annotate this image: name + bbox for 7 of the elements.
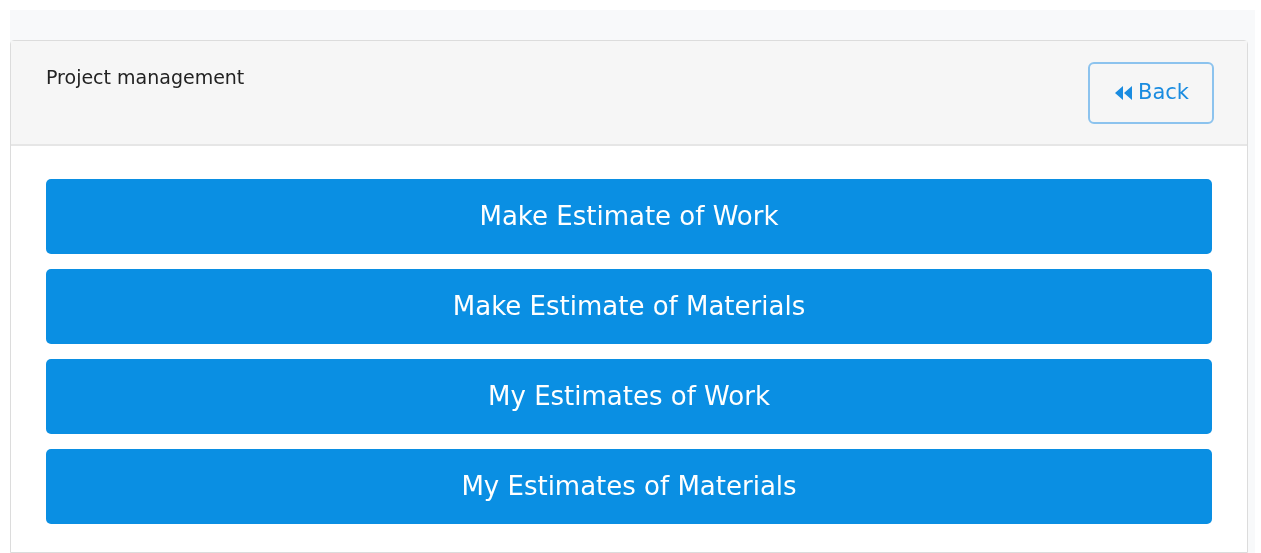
back-button[interactable]: Back bbox=[1088, 62, 1214, 124]
page-title: Project management bbox=[46, 65, 245, 90]
action-button[interactable]: Make Estimate of Materials bbox=[46, 269, 1212, 344]
action-button[interactable]: My Estimates of Work bbox=[46, 359, 1212, 434]
action-button[interactable]: My Estimates of Materials bbox=[46, 449, 1212, 524]
double-left-icon bbox=[1113, 84, 1135, 102]
action-button[interactable]: Make Estimate of Work bbox=[46, 179, 1212, 254]
